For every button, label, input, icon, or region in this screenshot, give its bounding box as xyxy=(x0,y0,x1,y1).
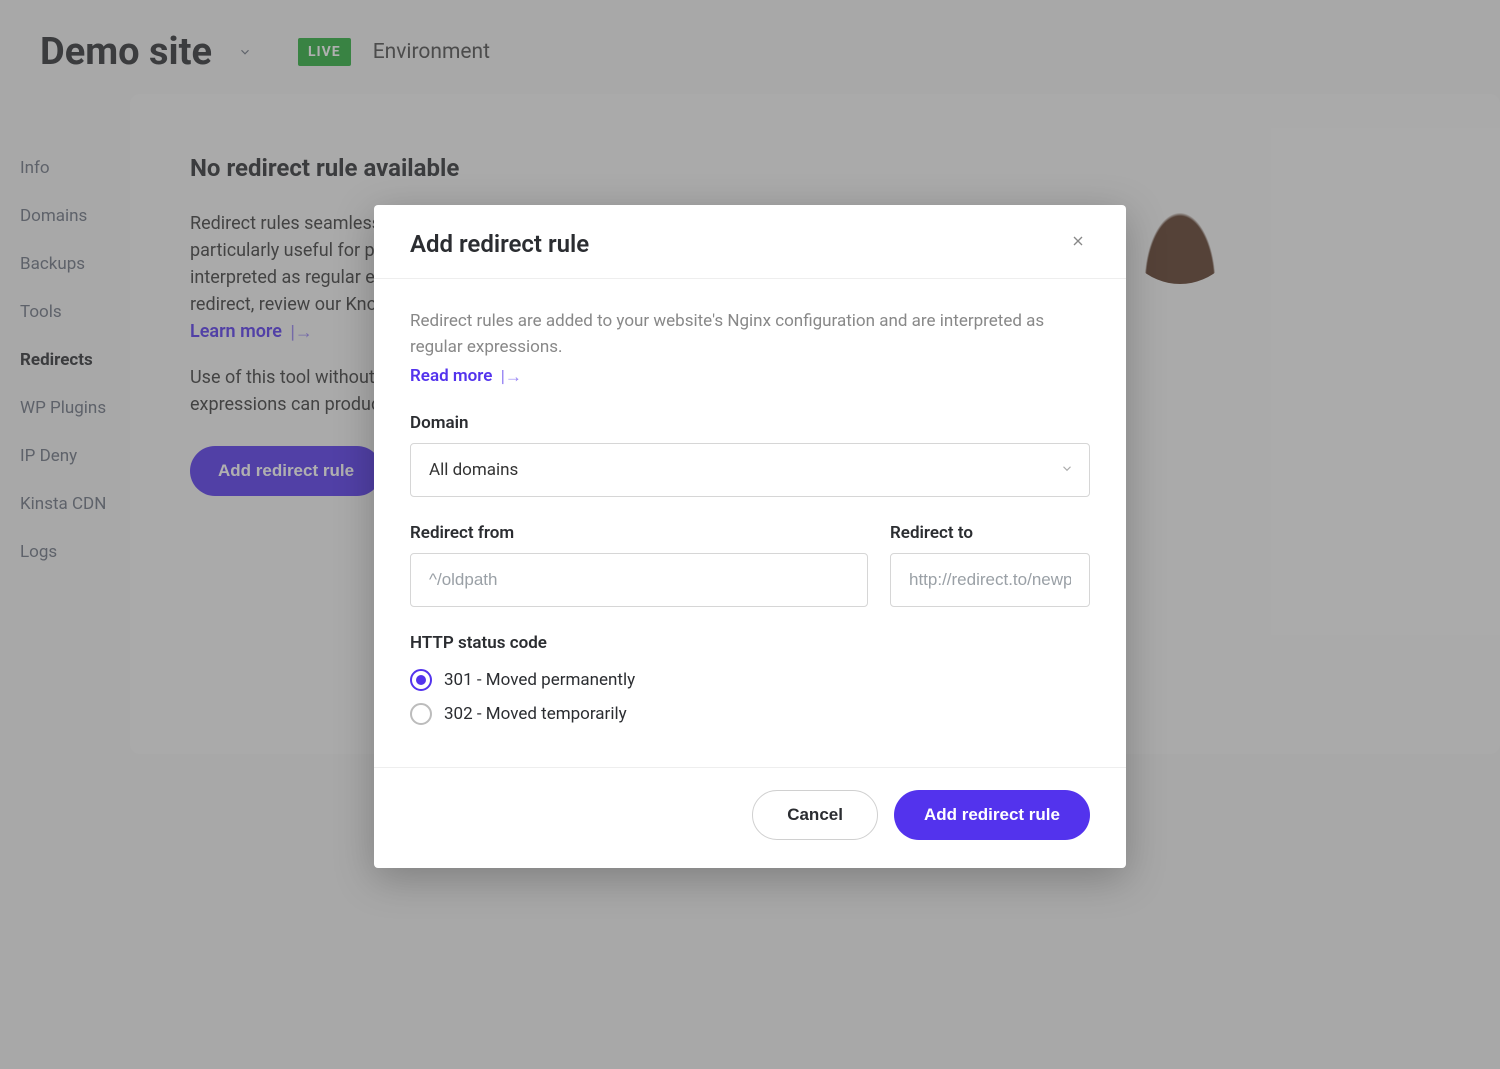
add-redirect-modal: Add redirect rule Redirect rules are add… xyxy=(374,205,1126,868)
modal-overlay: Add redirect rule Redirect rules are add… xyxy=(0,0,1500,1069)
status-code-label: HTTP status code xyxy=(410,633,1090,653)
status-301-label: 301 - Moved permanently xyxy=(444,670,635,690)
modal-description: Redirect rules are added to your website… xyxy=(410,309,1090,360)
cancel-button[interactable]: Cancel xyxy=(752,790,878,840)
modal-title: Add redirect rule xyxy=(410,230,589,258)
redirect-from-input[interactable] xyxy=(410,553,868,607)
status-302-radio[interactable]: 302 - Moved temporarily xyxy=(410,697,1090,731)
read-more-text: Read more xyxy=(410,366,492,386)
read-more-link[interactable]: Read more |→ xyxy=(410,366,522,386)
domain-select[interactable]: All domains xyxy=(410,443,1090,497)
redirect-to-label: Redirect to xyxy=(890,523,1090,543)
radio-icon xyxy=(410,703,432,725)
submit-add-redirect-button[interactable]: Add redirect rule xyxy=(894,790,1090,840)
modal-header: Add redirect rule xyxy=(374,205,1126,279)
chevron-down-icon xyxy=(1060,460,1074,479)
domain-label: Domain xyxy=(410,413,1090,433)
modal-footer: Cancel Add redirect rule xyxy=(374,767,1126,868)
status-302-label: 302 - Moved temporarily xyxy=(444,704,627,724)
redirect-to-input[interactable] xyxy=(890,553,1090,607)
radio-icon xyxy=(410,669,432,691)
redirect-from-label: Redirect from xyxy=(410,523,868,543)
domain-select-value: All domains xyxy=(410,443,1090,497)
status-301-radio[interactable]: 301 - Moved permanently xyxy=(410,663,1090,697)
external-link-icon: |→ xyxy=(501,367,522,387)
close-icon[interactable] xyxy=(1066,229,1090,258)
